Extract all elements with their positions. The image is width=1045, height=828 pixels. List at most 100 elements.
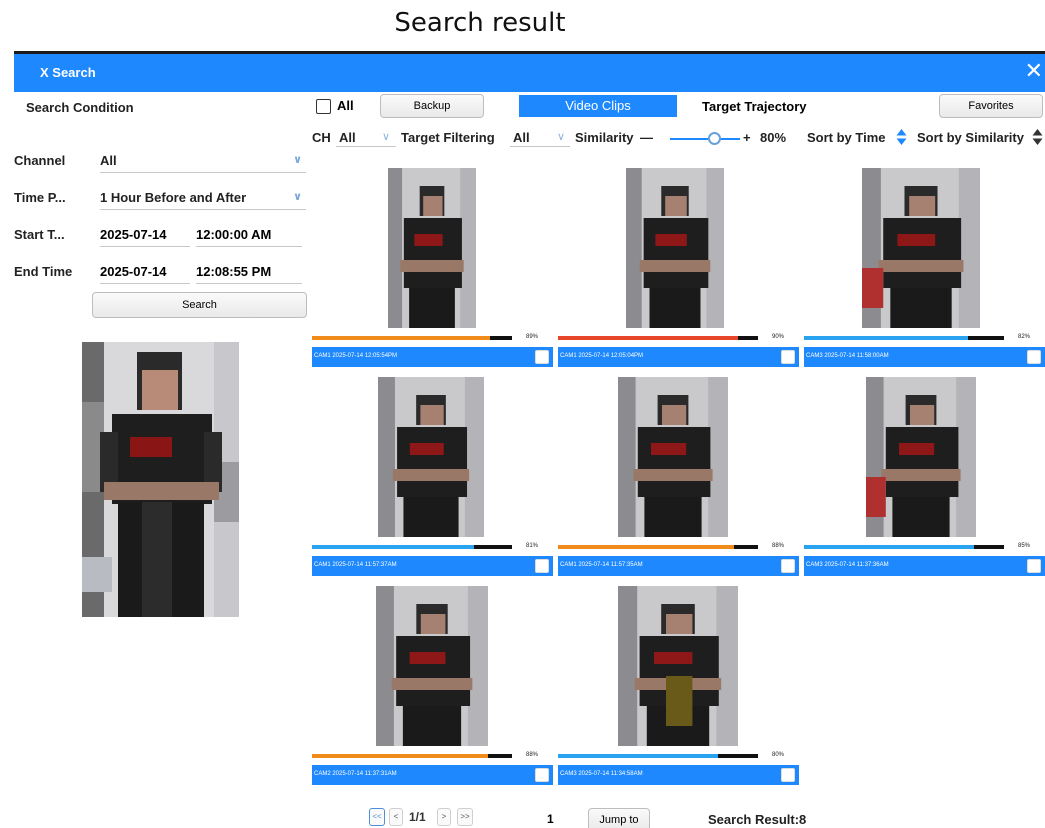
result-caption-bar[interactable]: CAM3 2025-07-14 11:34:58AM xyxy=(558,765,799,785)
end-time-label: End Time xyxy=(14,264,73,279)
start-time-field[interactable]: 12:00:00 AM xyxy=(196,221,302,247)
select-all-checkbox[interactable] xyxy=(316,99,331,114)
x-search-window: X Search ✕ Search Condition Channel All … xyxy=(14,51,1045,828)
similarity-bar xyxy=(312,336,512,340)
chevron-down-icon: ∨ xyxy=(557,131,566,143)
start-time-label: Start T... xyxy=(14,227,65,242)
search-result-count: Search Result:8 xyxy=(708,812,807,827)
result-card[interactable]: 85% CAM3 2025-07-14 11:37:36AM xyxy=(804,377,1045,586)
similarity-value: 80% xyxy=(760,130,787,145)
result-thumbnail[interactable] xyxy=(618,377,728,537)
end-time-field[interactable]: 12:08:55 PM xyxy=(196,258,302,284)
result-caption: CAM3 2025-07-14 11:34:58AM xyxy=(560,771,643,777)
backup-button[interactable]: Backup xyxy=(380,94,484,118)
result-caption-bar[interactable]: CAM1 2025-07-14 11:57:35AM xyxy=(558,556,799,576)
result-card[interactable]: 89% CAM1 2025-07-14 12:05:54PM xyxy=(312,168,553,377)
result-caption: CAM3 2025-07-14 11:58:00AM xyxy=(806,353,889,359)
similarity-minus-button[interactable]: — xyxy=(640,130,653,145)
result-select-checkbox[interactable] xyxy=(1027,559,1041,573)
result-thumbnail[interactable] xyxy=(626,168,724,328)
time-period-label: Time P... xyxy=(14,190,66,205)
ch-label: CH xyxy=(312,130,331,145)
similarity-bar xyxy=(804,545,1004,549)
sort-arrows-icon[interactable] xyxy=(1032,128,1043,146)
first-page-button[interactable]: << xyxy=(369,808,385,826)
time-period-row: Time P... 1 Hour Before and After ∨ xyxy=(14,184,309,210)
search-button[interactable]: Search xyxy=(92,292,307,318)
similarity-slider-handle[interactable] xyxy=(708,132,721,145)
similarity-bar-fill xyxy=(312,754,488,758)
result-thumbnail[interactable] xyxy=(618,586,738,746)
result-select-checkbox[interactable] xyxy=(781,350,795,364)
similarity-bar-fill xyxy=(558,545,734,549)
result-card[interactable]: 88% CAM1 2025-07-14 11:57:35AM xyxy=(558,377,799,586)
result-card[interactable]: 90% CAM1 2025-07-14 12:05:04PM xyxy=(558,168,799,377)
search-condition-panel: Search Condition Channel All ∨ Time P...… xyxy=(14,92,309,828)
result-thumbnail[interactable] xyxy=(866,377,976,537)
result-caption-bar[interactable]: CAM3 2025-07-14 11:58:00AM xyxy=(804,347,1045,367)
window-title: X Search xyxy=(40,65,96,80)
channel-select[interactable]: All ∨ xyxy=(100,147,306,173)
jump-to-button[interactable]: Jump to xyxy=(588,808,650,828)
sort-by-similarity-button[interactable]: Sort by Similarity xyxy=(917,130,1024,145)
result-thumbnail[interactable] xyxy=(376,586,488,746)
similarity-percent: 80% xyxy=(772,752,785,758)
result-caption-bar[interactable]: CAM2 2025-07-14 11:37:31AM xyxy=(312,765,553,785)
result-thumbnail[interactable] xyxy=(388,168,476,328)
result-select-checkbox[interactable] xyxy=(535,350,549,364)
similarity-bar xyxy=(312,754,512,758)
time-period-value: 1 Hour Before and After xyxy=(100,190,247,205)
favorites-button[interactable]: Favorites xyxy=(939,94,1043,118)
result-caption-bar[interactable]: CAM1 2025-07-14 11:57:37AM xyxy=(312,556,553,576)
close-icon[interactable]: ✕ xyxy=(1025,60,1043,82)
prev-page-button[interactable]: < xyxy=(389,808,403,826)
result-card[interactable]: 82% CAM3 2025-07-14 11:58:00AM xyxy=(804,168,1045,377)
result-caption-bar[interactable]: CAM3 2025-07-14 11:37:36AM xyxy=(804,556,1045,576)
result-caption: CAM1 2025-07-14 11:57:35AM xyxy=(560,562,643,568)
similarity-bar xyxy=(804,336,1004,340)
result-select-checkbox[interactable] xyxy=(781,768,795,782)
chevron-down-icon: ∨ xyxy=(382,131,391,143)
result-card[interactable]: 80% CAM3 2025-07-14 11:34:58AM xyxy=(558,586,799,795)
result-select-checkbox[interactable] xyxy=(535,768,549,782)
similarity-bar xyxy=(558,754,758,758)
similarity-percent: 90% xyxy=(772,334,785,340)
last-page-button[interactable]: >> xyxy=(457,808,473,826)
start-date-field[interactable]: 2025-07-14 xyxy=(100,221,190,247)
similarity-percent: 82% xyxy=(1018,334,1031,340)
result-caption: CAM1 2025-07-14 12:05:04PM xyxy=(560,353,644,359)
toolbar: All Backup Video Clips Target Trajectory… xyxy=(314,92,1045,120)
result-select-checkbox[interactable] xyxy=(1027,350,1041,364)
sort-by-time-button[interactable]: Sort by Time xyxy=(807,130,886,145)
similarity-bar-fill xyxy=(804,545,974,549)
time-period-select[interactable]: 1 Hour Before and After ∨ xyxy=(100,184,306,210)
result-caption-bar[interactable]: CAM1 2025-07-14 12:05:04PM xyxy=(558,347,799,367)
similarity-bar-fill xyxy=(312,545,474,549)
jump-page-input[interactable]: 1 xyxy=(539,810,581,828)
similarity-plus-button[interactable]: + xyxy=(743,130,751,145)
sort-arrows-icon[interactable] xyxy=(896,128,907,146)
target-filtering-label: Target Filtering xyxy=(401,130,495,145)
result-caption: CAM1 2025-07-14 11:57:37AM xyxy=(314,562,397,568)
result-card[interactable]: 88% CAM2 2025-07-14 11:37:31AM xyxy=(312,586,553,795)
similarity-percent: 88% xyxy=(526,752,539,758)
filter-bar: CH All ∨ Target Filtering All ∨ Similari… xyxy=(312,124,1045,150)
result-caption-bar[interactable]: CAM1 2025-07-14 12:05:54PM xyxy=(312,347,553,367)
similarity-bar xyxy=(312,545,512,549)
result-select-checkbox[interactable] xyxy=(781,559,795,573)
next-page-button[interactable]: > xyxy=(437,808,451,826)
result-thumbnail[interactable] xyxy=(862,168,980,328)
ch-value[interactable]: All xyxy=(339,130,356,145)
similarity-bar-fill xyxy=(558,754,718,758)
target-filtering-value[interactable]: All xyxy=(513,130,530,145)
tab-target-trajectory[interactable]: Target Trajectory xyxy=(702,99,807,114)
tab-video-clips[interactable]: Video Clips xyxy=(519,95,677,117)
result-select-checkbox[interactable] xyxy=(535,559,549,573)
end-date-field[interactable]: 2025-07-14 xyxy=(100,258,190,284)
similarity-bar xyxy=(558,545,758,549)
page-indicator: 1/1 xyxy=(409,810,426,824)
result-card[interactable]: 81% CAM1 2025-07-14 11:57:37AM xyxy=(312,377,553,586)
similarity-percent: 88% xyxy=(772,543,785,549)
similarity-slider-track[interactable] xyxy=(670,138,740,140)
result-thumbnail[interactable] xyxy=(378,377,484,537)
